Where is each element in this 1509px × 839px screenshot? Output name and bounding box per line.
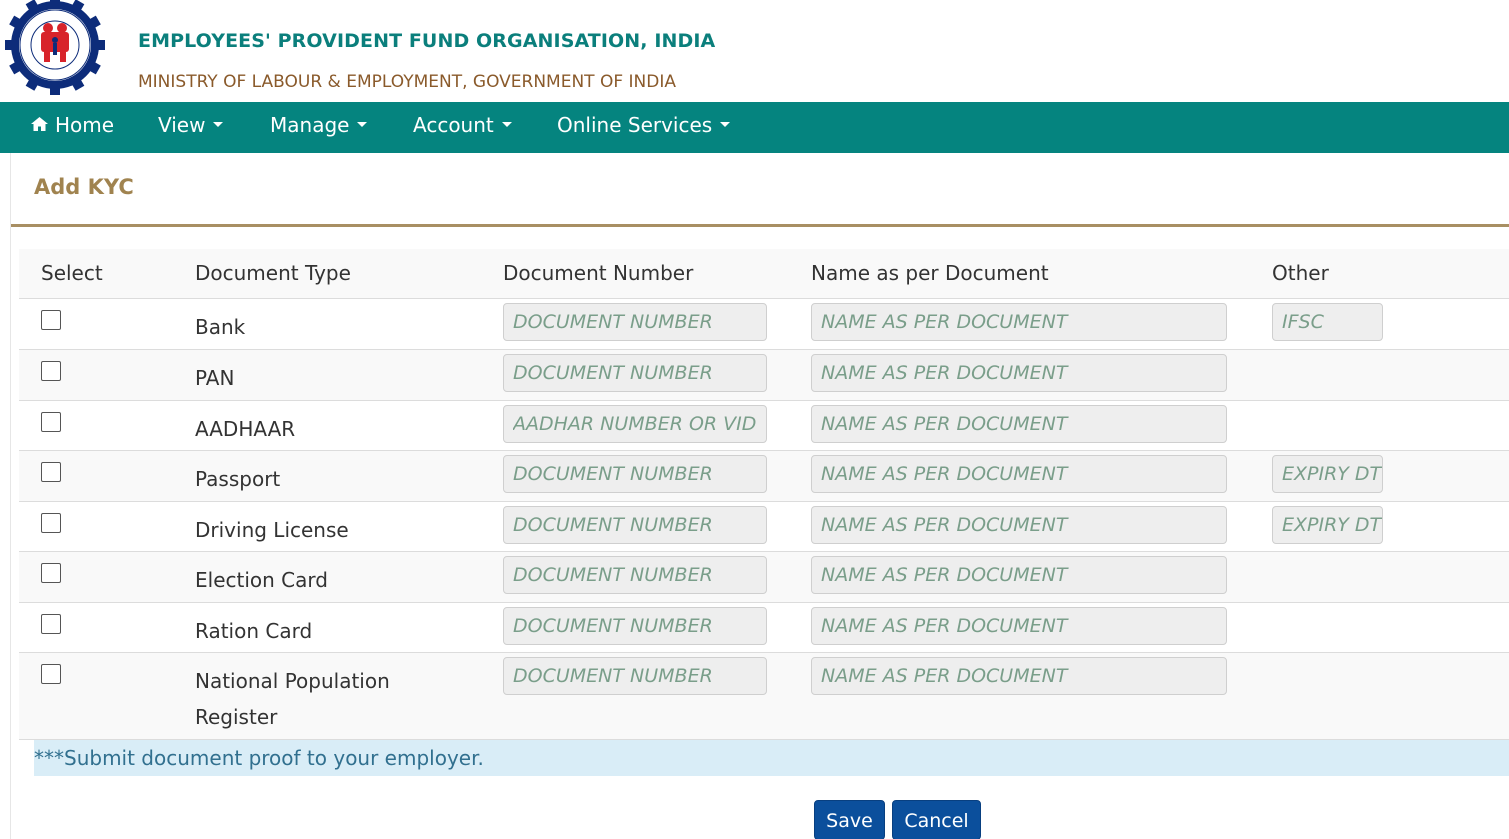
org-title: EMPLOYEES' PROVIDENT FUND ORGANISATION, … (138, 30, 716, 52)
name-as-per-document-input[interactable] (811, 405, 1227, 443)
epfo-emblem-icon (5, 0, 105, 95)
document-type-label: National Population Register (195, 669, 390, 729)
page-title: Add KYC (34, 175, 134, 199)
document-type-label: PAN (195, 366, 235, 390)
name-as-per-document-input[interactable] (811, 556, 1227, 594)
cancel-button[interactable]: Cancel (892, 800, 981, 839)
nav-manage[interactable]: Manage (270, 102, 368, 153)
table-header: Select Document Type Document Number Nam… (19, 249, 1509, 299)
select-checkbox-npr[interactable] (41, 664, 61, 684)
nav-manage-label: Manage (270, 113, 350, 137)
select-checkbox-aadhaar[interactable] (41, 412, 61, 432)
nav-account[interactable]: Account (413, 102, 512, 153)
document-type-label: AADHAAR (195, 417, 296, 441)
name-as-per-document-input[interactable] (811, 354, 1227, 392)
document-number-input[interactable] (503, 607, 767, 645)
document-type-label: Election Card (195, 568, 328, 592)
aadhaar-number-input[interactable] (503, 405, 767, 443)
table-row: National Population Register (19, 653, 1509, 740)
document-number-input[interactable] (503, 303, 767, 341)
org-subtitle: MINISTRY OF LABOUR & EMPLOYMENT, GOVERNM… (138, 72, 676, 92)
table-row: Passport (19, 451, 1509, 502)
col-header-name-as-per-document: Name as per Document (811, 261, 1049, 285)
nav-online-services-label: Online Services (557, 113, 713, 137)
nav-home[interactable]: Home (30, 102, 114, 153)
col-header-document-number: Document Number (503, 261, 694, 285)
col-header-document-type: Document Type (195, 261, 351, 285)
name-as-per-document-input[interactable] (811, 303, 1227, 341)
name-as-per-document-input[interactable] (811, 607, 1227, 645)
document-type-label: Ration Card (195, 619, 313, 643)
document-number-input[interactable] (503, 556, 767, 594)
nav-view-label: View (158, 113, 206, 137)
table-row: AADHAAR (19, 401, 1509, 451)
document-type-label: Passport (195, 467, 281, 491)
select-checkbox-pan[interactable] (41, 361, 61, 381)
document-type-label: Driving License (195, 518, 349, 542)
nav-home-label: Home (55, 113, 115, 137)
nav-online-services[interactable]: Online Services (557, 102, 731, 153)
site-header: EMPLOYEES' PROVIDENT FUND ORGANISATION, … (0, 0, 1509, 102)
select-checkbox-ration-card[interactable] (41, 614, 61, 634)
table-row: Ration Card (19, 603, 1509, 653)
caret-down-icon (357, 122, 368, 127)
col-header-select: Select (41, 261, 103, 285)
main-navbar: Home View Manage Account Online Services (0, 102, 1509, 153)
home-icon (31, 116, 48, 131)
table-row: Driving License (19, 502, 1509, 552)
nav-view[interactable]: View (158, 102, 224, 153)
document-number-input[interactable] (503, 354, 767, 392)
submission-note: ***Submit document proof to your employe… (34, 740, 1509, 776)
col-header-other: Other (1272, 261, 1329, 285)
document-number-input[interactable] (503, 657, 767, 695)
ifsc-input[interactable] (1272, 303, 1383, 341)
caret-down-icon (720, 122, 731, 127)
title-divider (11, 224, 1509, 227)
save-button[interactable]: Save (814, 800, 885, 839)
select-checkbox-bank[interactable] (41, 310, 61, 330)
expiry-date-input[interactable] (1272, 455, 1383, 493)
kyc-panel: Add KYC Select Document Type Document Nu… (10, 153, 1509, 839)
document-number-input[interactable] (503, 506, 767, 544)
nav-account-label: Account (413, 113, 494, 137)
table-row: PAN (19, 350, 1509, 401)
document-type-label: Bank (195, 315, 246, 339)
table-row: Bank (19, 299, 1509, 350)
select-checkbox-driving-license[interactable] (41, 513, 61, 533)
expiry-date-input[interactable] (1272, 506, 1383, 544)
table-row: Election Card (19, 552, 1509, 603)
document-number-input[interactable] (503, 455, 767, 493)
name-as-per-document-input[interactable] (811, 657, 1227, 695)
name-as-per-document-input[interactable] (811, 506, 1227, 544)
name-as-per-document-input[interactable] (811, 455, 1227, 493)
select-checkbox-passport[interactable] (41, 462, 61, 482)
select-checkbox-election-card[interactable] (41, 563, 61, 583)
caret-down-icon (213, 122, 224, 127)
caret-down-icon (501, 122, 512, 127)
